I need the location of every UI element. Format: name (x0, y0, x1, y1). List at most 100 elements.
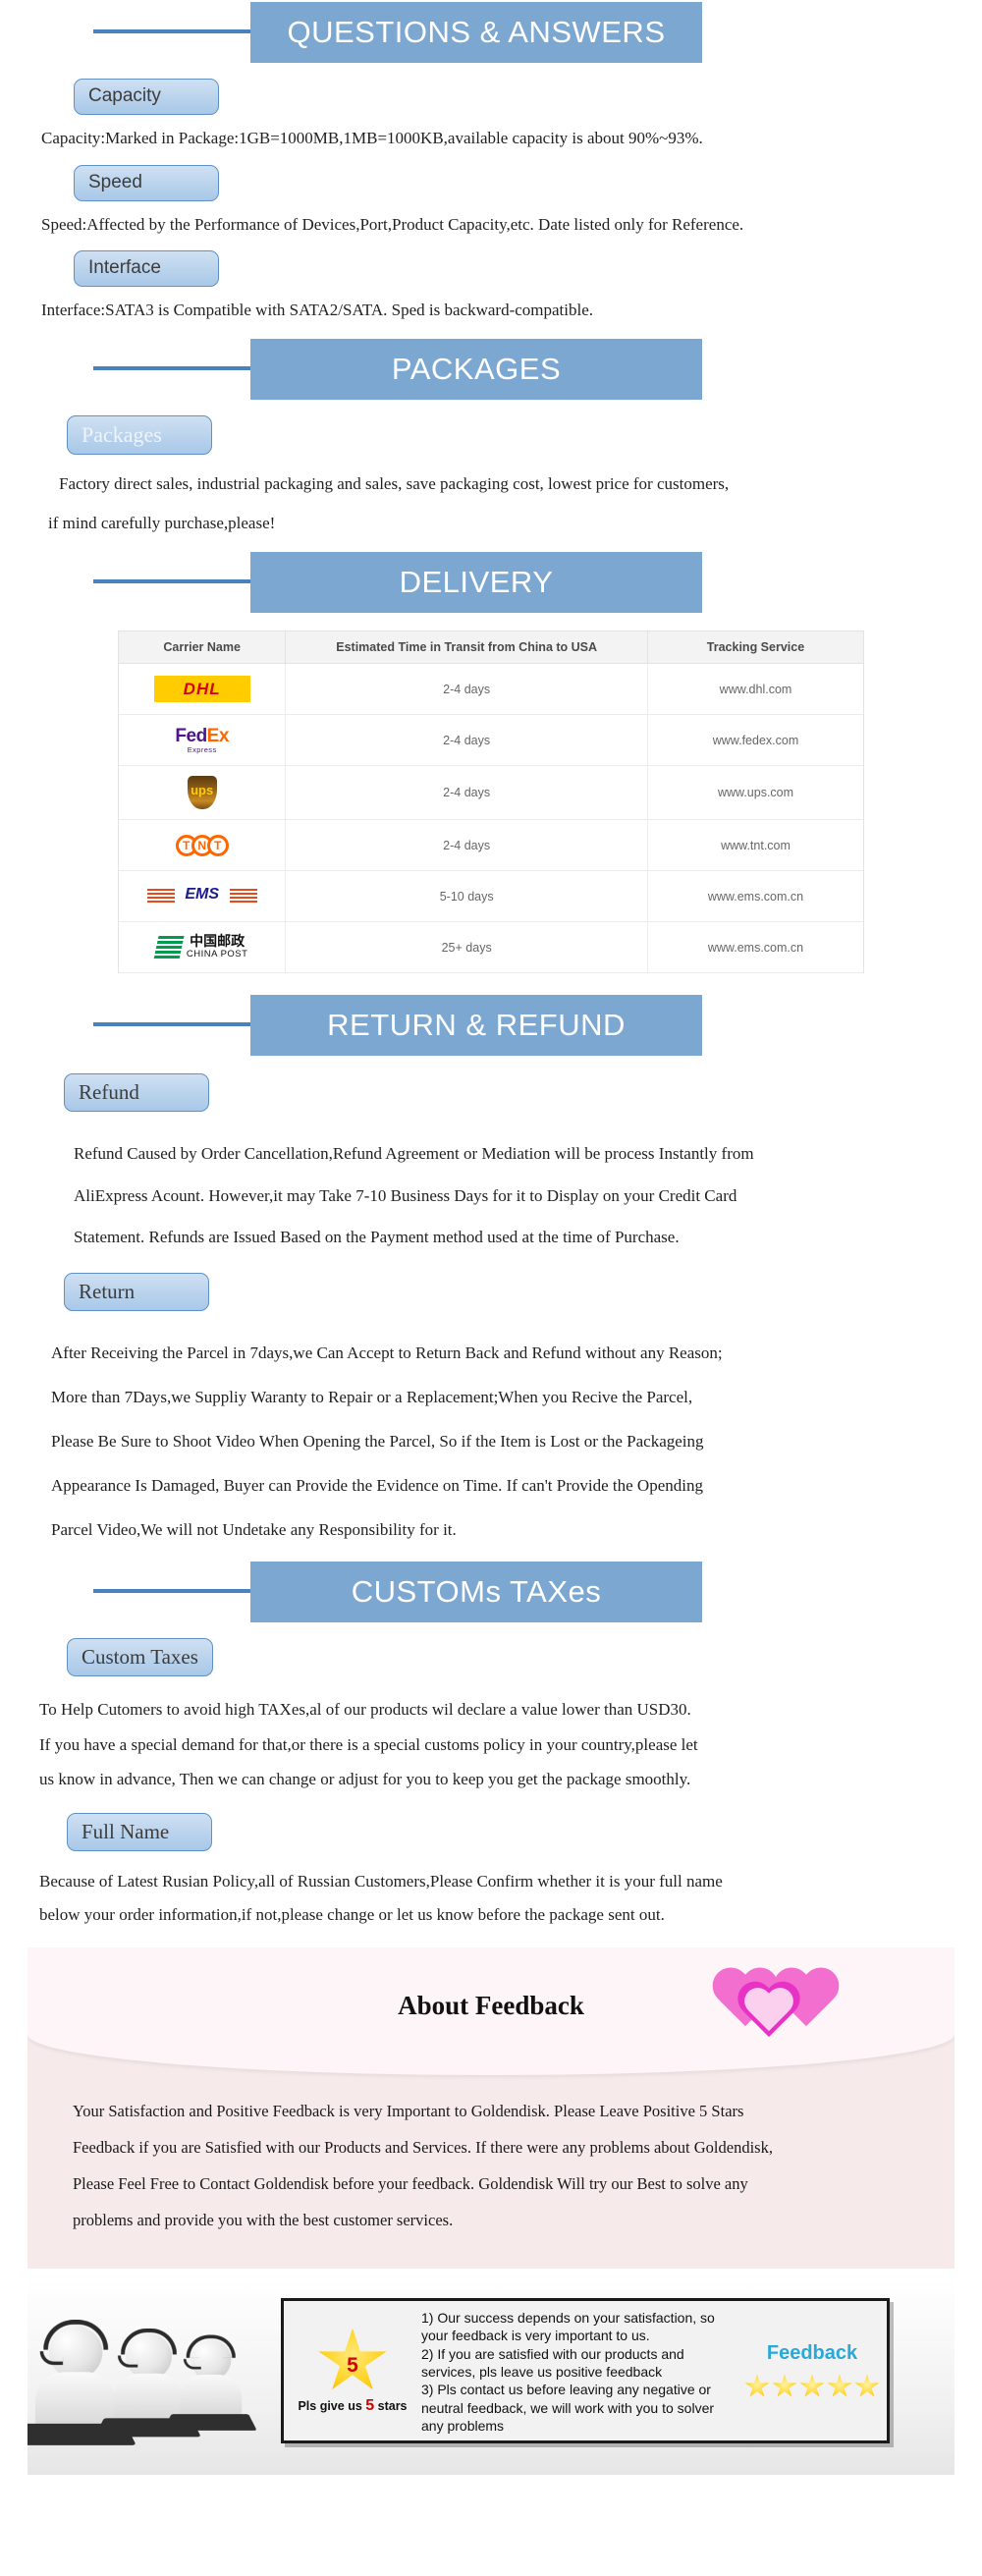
ups-logo: ups (187, 776, 217, 810)
fedex-sub-text: Express (187, 744, 217, 754)
feedback-request-box: 5 Pls give us 5 stars 1) Our success dep… (281, 2297, 890, 2443)
cell-tracking-china-post[interactable]: www.ems.com.cn (647, 921, 863, 974)
table-header-row: Carrier Name Estimated Time in Transit f… (119, 631, 863, 665)
banner-title-return-refund: RETURN & REFUND (327, 1008, 626, 1043)
china-post-cn-text: 中国邮政 (190, 933, 246, 950)
feedback-line-1: Your Satisfaction and Positive Feedback … (73, 2102, 744, 2121)
cell-tracking-ups[interactable]: www.ups.com (647, 765, 863, 821)
feedback-point-line-5: 3) Pls contact us before leaving any neg… (421, 2382, 711, 2398)
feedback-point-line-6: neutral feedback, we will work with you … (421, 2399, 715, 2416)
custom-taxes-line-1: To Help Cutomers to avoid high TAXes,al … (39, 1699, 691, 1719)
about-feedback-card: About Feedback Your Satisfaction and Pos… (0, 1947, 982, 2269)
star-caption-pre: Pls give us (298, 2398, 366, 2413)
full-name-label[interactable]: Full Name (67, 1813, 212, 1852)
star-icon-3[interactable] (799, 2374, 825, 2397)
headset-mic-icon (39, 2350, 64, 2365)
qa-label-interface[interactable]: Interface (74, 250, 219, 288)
qa-label-capacity[interactable]: Capacity (74, 79, 219, 115)
banner-bar: DELIVERY (250, 552, 702, 614)
cell-tracking-dhl[interactable]: www.dhl.com (647, 663, 863, 716)
cell-time-ems: 5-10 days (285, 870, 648, 923)
hearts-icon (709, 1959, 856, 2057)
cell-tracking-fedex[interactable]: www.fedex.com (647, 714, 863, 767)
cell-carrier-dhl: DHL (119, 663, 287, 716)
product-description-page: QUESTIONS & ANSWERS Capacity Capacity:Ma… (0, 0, 982, 2576)
section-banner-customs: CUSTOMs TAXes (0, 1561, 982, 1622)
qa-text-speed: Speed:Affected by the Performance of Dev… (41, 214, 744, 234)
banner-title-customs: CUSTOMs TAXes (351, 1573, 602, 1609)
cell-carrier-ups: ups (119, 765, 287, 821)
refund-line-1: Refund Caused by Order Cancellation,Refu… (74, 1144, 754, 1164)
star-icon-5[interactable] (854, 2374, 880, 2397)
qa-item-capacity: Capacity Capacity:Marked in Package:1GB=… (0, 63, 982, 151)
feedback-flap: About Feedback (27, 1947, 955, 2076)
custom-taxes-label[interactable]: Custom Taxes (67, 1637, 213, 1676)
qa-label-speed[interactable]: Speed (74, 164, 219, 201)
ups-logo-text: ups (191, 783, 214, 798)
table-row: ups 2-4 days www.ups.com (119, 765, 863, 821)
star-icon-4[interactable] (827, 2374, 852, 2397)
refund-label[interactable]: Refund (64, 1073, 209, 1113)
dhl-logo: DHL (153, 676, 250, 703)
star-caption-post: stars (374, 2398, 408, 2413)
table-row: EMS 5-10 days www.ems.com.cn (119, 870, 863, 923)
star-icon-2[interactable] (772, 2374, 797, 2397)
feedback-point-line-4: services, pls leave us positive feedback (421, 2364, 663, 2380)
agent-figure-1 (27, 2319, 136, 2445)
column-header-time: Estimated Time in Transit from China to … (285, 631, 648, 665)
refund-line-2: AliExpress Acount. However,it may Take 7… (74, 1185, 737, 1205)
feedback-rating-column: Feedback (737, 2301, 887, 2440)
cell-time-fedex: 2-4 days (285, 714, 648, 767)
packages-line-2: if mind carefully purchase,please! (48, 514, 276, 533)
support-agents-illustration (27, 2282, 267, 2469)
star-icon-1[interactable] (744, 2374, 770, 2397)
headset-band-icon (43, 2319, 109, 2350)
headset-band-icon (186, 2334, 236, 2358)
feedback-point-line-2: your feedback is very important to us. (421, 2328, 650, 2344)
banner-title-packages: PACKAGES (391, 351, 562, 386)
cell-carrier-fedex: FedEx Express (119, 714, 287, 767)
refund-text: Refund Caused by Order Cancellation,Refu… (74, 1133, 982, 1259)
tnt-letter-t2: T (206, 834, 229, 856)
cell-time-tnt: 2-4 days (285, 819, 648, 872)
agent-figure-2 (94, 2328, 201, 2437)
cell-tracking-ems[interactable]: www.ems.com.cn (647, 870, 863, 923)
table-row: 中国邮政 CHINA POST 25+ days www.ems.com.cn (119, 921, 863, 974)
feedback-line-3: Please Feel Free to Contact Goldendisk b… (73, 2174, 748, 2194)
feedback-point-line-3: 2) If you are satisfied with our product… (421, 2345, 684, 2362)
fedex-wordmark: FedEx (175, 727, 229, 745)
star-caption: Pls give us 5 stars (298, 2397, 407, 2415)
banner-bar: QUESTIONS & ANSWERS (250, 2, 702, 63)
heart-inner-icon (742, 1989, 795, 2036)
feedback-point-line-1: 1) Our success depends on your satisfact… (421, 2309, 715, 2326)
full-name-line-1: Because of Latest Rusian Policy,all of R… (39, 1872, 723, 1891)
custom-taxes-text: To Help Cutomers to avoid high TAXes,al … (39, 1692, 982, 1797)
return-line-4: Appearance Is Damaged, Buyer can Provide… (51, 1475, 703, 1495)
custom-taxes-line-2: If you have a special demand for that,or… (39, 1734, 698, 1754)
agent-figure-3 (162, 2334, 257, 2431)
rating-stars[interactable] (744, 2374, 880, 2399)
return-text: After Receiving the Parcel in 7days,we C… (51, 1331, 982, 1552)
feedback-points: 1) Our success depends on your satisfact… (421, 2301, 737, 2440)
table-row: TNT 2-4 days www.tnt.com (119, 819, 863, 872)
china-post-logo: 中国邮政 CHINA POST (125, 935, 279, 960)
cell-tracking-tnt[interactable]: www.tnt.com (647, 819, 863, 872)
feedback-line-4: problems and provide you with the best c… (73, 2211, 454, 2230)
return-label[interactable]: Return (64, 1272, 209, 1311)
ems-logo: EMS (143, 885, 261, 908)
china-post-wordmark: 中国邮政 CHINA POST (187, 935, 248, 960)
refund-line-3: Statement. Refunds are Issued Based on t… (74, 1228, 680, 1247)
table-row: FedEx Express 2-4 days www.fedex.com (119, 714, 863, 767)
big-star-number: 5 (347, 2353, 358, 2377)
dhl-logo-text: DHL (183, 679, 221, 698)
return-line-1: After Receiving the Parcel in 7days,we C… (51, 1343, 723, 1362)
feedback-line-2: Feedback if you are Satisfied with our P… (73, 2138, 773, 2158)
cell-time-china-post: 25+ days (285, 921, 648, 974)
banner-title-qa: QUESTIONS & ANSWERS (287, 15, 666, 49)
china-post-en-text: CHINA POST (186, 949, 248, 960)
section-banner-qa: QUESTIONS & ANSWERS (0, 2, 982, 63)
packages-label[interactable]: Packages (67, 414, 212, 455)
return-block: Return After Receiving the Parcel in 7da… (0, 1259, 982, 1552)
fedex-ex-text: Ex (206, 725, 230, 746)
return-line-5: Parcel Video,We will not Undetake any Re… (51, 1519, 457, 1539)
